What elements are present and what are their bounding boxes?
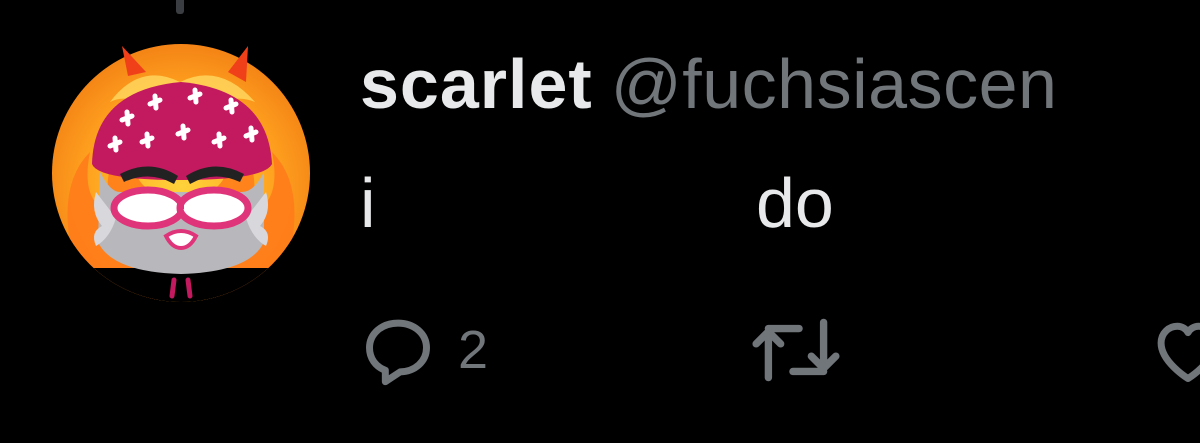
retweet-icon: [750, 312, 842, 388]
tweet-header: scarlet @fuchsiascen: [360, 44, 1057, 124]
tweet-text: i do: [360, 160, 1200, 250]
tweet-actions: 2: [360, 300, 1200, 400]
avatar[interactable]: [50, 42, 312, 304]
display-name[interactable]: scarlet: [360, 45, 593, 123]
like-button[interactable]: [1150, 300, 1200, 400]
thread-connector-line: [176, 0, 184, 14]
heart-icon: [1150, 312, 1200, 388]
reply-count: 2: [458, 320, 489, 380]
user-handle[interactable]: @fuchsiascen: [611, 45, 1058, 123]
reply-icon: [360, 312, 436, 388]
tweet-text-part: i: [360, 164, 376, 242]
avatar-image: [52, 44, 310, 302]
tweet-text-part: do: [756, 164, 834, 242]
reply-button[interactable]: 2: [360, 300, 488, 400]
retweet-button[interactable]: [750, 300, 842, 400]
tweet[interactable]: scarlet @fuchsiascen i do 2: [0, 0, 1200, 443]
